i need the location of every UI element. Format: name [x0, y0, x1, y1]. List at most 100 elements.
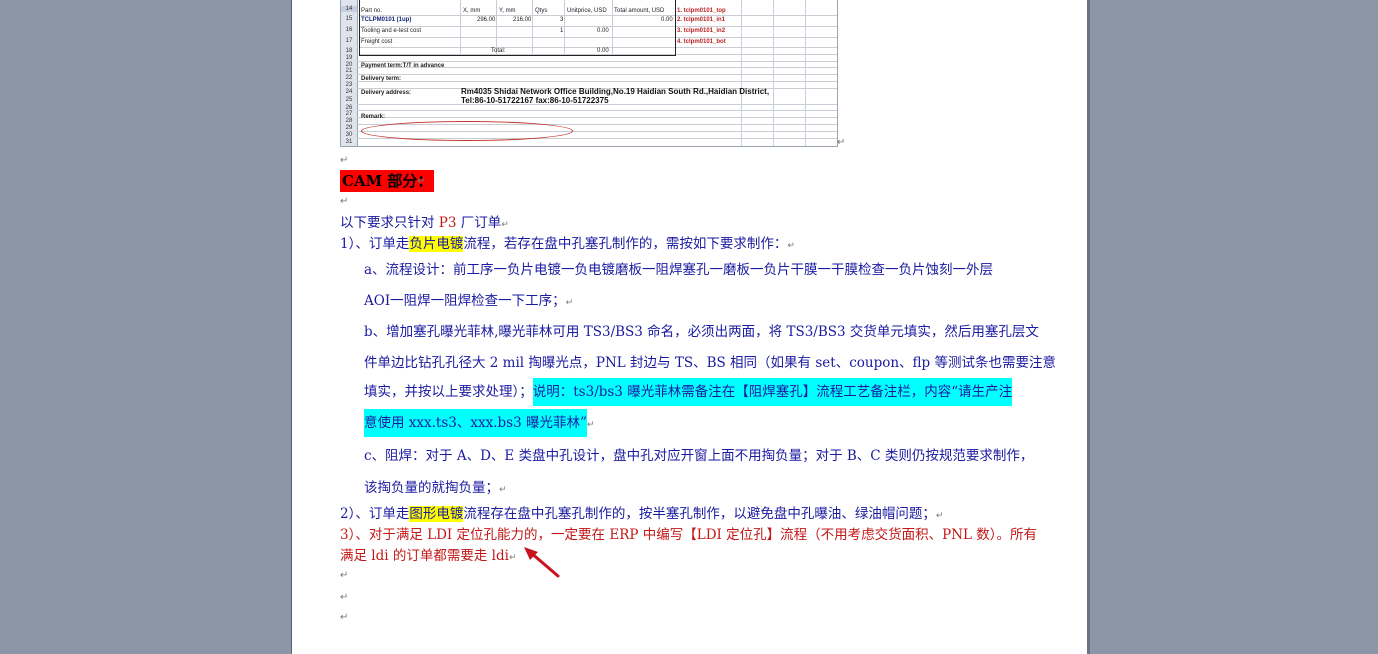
- paragraph-mark: ↵: [586, 420, 595, 430]
- grid-line: [741, 0, 742, 146]
- row-number: 21: [345, 68, 353, 74]
- paragraph-mark: ↵: [565, 298, 574, 308]
- item-1a-line-1: a、流程设计：前工序一负片电镀一负电镀磨板一阻焊塞孔一磨板一负片干膜一干膜检查一…: [364, 262, 994, 278]
- grid-line: [532, 0, 533, 55]
- item-1c-text: 该掏负量的就掏负量；: [364, 480, 499, 496]
- x-value: 296.00: [477, 17, 496, 23]
- paragraph-mark: ↵: [501, 220, 509, 230]
- factory-p3: P3: [438, 215, 457, 231]
- item-2: 2）、订单走图形电镀流程存在盘中孔塞孔制作的，按半塞孔制作，以避免盘中孔曝油、绿…: [340, 505, 943, 525]
- grid-line: [357, 81, 837, 82]
- item-1b-note-highlight-end: 意使用 xxx.ts3、xxx.bs3 曝光菲林”: [364, 409, 587, 437]
- grid-line: [805, 0, 806, 146]
- tooling-qty: 1: [560, 28, 564, 34]
- row-number: 31: [345, 139, 353, 145]
- item-3-line-1: 3）、对于满足 LDI 定位孔能力的，一定要在 ERP 中编写【LDI 定位孔】…: [340, 527, 1038, 543]
- table-border: [675, 0, 676, 56]
- row-number: 23: [345, 82, 353, 88]
- table-border: [359, 0, 360, 56]
- paragraph-mark: ↵: [340, 612, 349, 623]
- header-y: Y, mm: [499, 8, 516, 14]
- grid-line: [460, 0, 461, 55]
- row-number: 17: [345, 38, 353, 44]
- payment-term: Payment term:T/T in advance: [361, 63, 445, 69]
- delivery-term: Delivery term:: [361, 76, 402, 82]
- row-number: 22: [345, 75, 353, 81]
- row-number: 18: [345, 48, 353, 54]
- paragraph-mark: ↵: [837, 137, 846, 148]
- row-number: 16: [345, 27, 353, 33]
- paragraph-mark: ↵: [787, 241, 795, 251]
- tooling-label: Tooling and e-test cost: [361, 28, 422, 34]
- item-1b-note-highlight: 说明：ts3/bs3 曝光菲林需备注在【阻焊塞孔】流程工艺备注栏，内容“请生产注: [532, 378, 1013, 406]
- grid-line: [357, 117, 837, 118]
- row-number: 29: [345, 125, 353, 131]
- item-1b-line-1: b、增加塞孔曝光菲林,曝光菲林可用 TS3/BS3 命名，必须出两面，将 TS3…: [364, 324, 1039, 340]
- grid-line: [496, 0, 497, 55]
- delivery-address-label: Delivery address:: [361, 90, 412, 96]
- item-1c-line-2: 该掏负量的就掏负量；↵: [364, 479, 507, 499]
- intro-text: 以下要求只针对: [340, 215, 439, 231]
- item-1b-line-2: 件单边比钻孔孔径大 2 mil 掏曝光点，PNL 封边与 TS、BS 相同（如果…: [364, 355, 1056, 371]
- intro-text-end: 厂订单: [456, 215, 502, 231]
- file-name: 2. tclpm0101_in1: [677, 17, 726, 23]
- row-number: 30: [345, 132, 353, 138]
- red-ellipse-annotation: [361, 121, 573, 141]
- grid-line: [357, 26, 837, 27]
- total-amount-value: 0.00: [661, 17, 673, 23]
- paragraph-mark: ↵: [499, 485, 507, 495]
- row-number-column: 14 15 16 17 18 19 20 21 22 23 24 25 26 2…: [341, 0, 358, 146]
- grid-line: [357, 110, 837, 111]
- header-unitprice: Unitprice, USD: [567, 8, 607, 14]
- item-1-text: 1）、订单走: [340, 236, 410, 252]
- paragraph-mark: ↵: [340, 592, 349, 603]
- item-3-line-2: 满足 ldi 的订单都需要走 ldi↵: [340, 547, 516, 567]
- row-number: 24: [345, 89, 353, 95]
- item-2-text: 2）、订单走: [340, 506, 410, 522]
- header-part-no: Part no.: [361, 8, 383, 14]
- row-number: 14: [341, 6, 357, 12]
- paragraph-mark: ↵: [340, 196, 349, 207]
- item-1: 1）、订单走负片电镀流程，若存在盘中孔塞孔制作的，需按如下要求制作：↵: [340, 235, 795, 255]
- y-value: 216.00: [513, 17, 532, 23]
- qty-value: 3: [560, 17, 564, 23]
- row-number: 27: [345, 111, 353, 117]
- paragraph-mark: ↵: [340, 570, 349, 581]
- row-number: 25: [345, 97, 353, 103]
- item-2-highlight: 图形电镀: [409, 506, 464, 522]
- grid-line: [357, 74, 837, 75]
- address-line-1: Rm4035 Shidai Network Office Building,No…: [461, 87, 770, 96]
- freight-label: Freight cost: [361, 39, 393, 45]
- paragraph-mark: ↵: [508, 553, 517, 563]
- grid-line: [612, 0, 613, 55]
- item-1b-line-3: 填实，并按以上要求处理）；说明：ts3/bs3 曝光菲林需备注在【阻焊塞孔】流程…: [364, 377, 1013, 407]
- item-3-text: 满足 ldi 的订单都需要走 ldi: [340, 548, 509, 564]
- embedded-spreadsheet[interactable]: 14 15 16 17 18 19 20 21 22 23 24 25 26 2…: [340, 0, 838, 147]
- header-x: X, mm: [463, 8, 481, 14]
- file-name: 4. tclpm0101_bot: [677, 39, 726, 45]
- item-1-highlight: 负片电镀: [409, 236, 464, 252]
- row-number: 19: [345, 55, 353, 61]
- row-number: 28: [345, 118, 353, 124]
- item-1-text-end: 流程，若存在盘中孔塞孔制作的，需按如下要求制作：: [463, 236, 788, 252]
- file-name: 1. tclpm0101_top: [677, 8, 726, 14]
- remark-label: Remark:: [361, 114, 386, 120]
- part-no-value: TCLPM0101 (1up): [361, 17, 412, 23]
- grid-line: [564, 0, 565, 55]
- item-1a-text: AOI一阻焊一阻焊检查一下工序；: [364, 293, 566, 309]
- page-shadow: [1087, 0, 1090, 654]
- row-number: 15: [345, 16, 353, 22]
- item-1c-line-1: c、阻焊：对于 A、D、E 类盘中孔设计，盘中孔对应开窗上面不用掏负量；对于 B…: [364, 448, 1034, 464]
- paragraph-mark: ↵: [340, 155, 349, 166]
- header-qty: Qtys: [535, 8, 548, 14]
- item-1b-line-4: 意使用 xxx.ts3、xxx.bs3 曝光菲林”↵: [364, 408, 594, 440]
- grid-line: [357, 15, 837, 16]
- item-1a-line-2: AOI一阻焊一阻焊检查一下工序；↵: [364, 292, 573, 312]
- paragraph-mark: ↵: [417, 176, 426, 187]
- item-2-text-end: 流程存在盘中孔塞孔制作的，按半塞孔制作，以避免盘中孔曝油、绿油帽问题；: [463, 506, 936, 522]
- file-name: 3. tclpm0101_in2: [677, 28, 726, 34]
- grid-line: [357, 37, 837, 38]
- total-value: 0.00: [597, 48, 609, 54]
- total-label: Total:: [491, 48, 506, 54]
- table-border: [359, 55, 676, 56]
